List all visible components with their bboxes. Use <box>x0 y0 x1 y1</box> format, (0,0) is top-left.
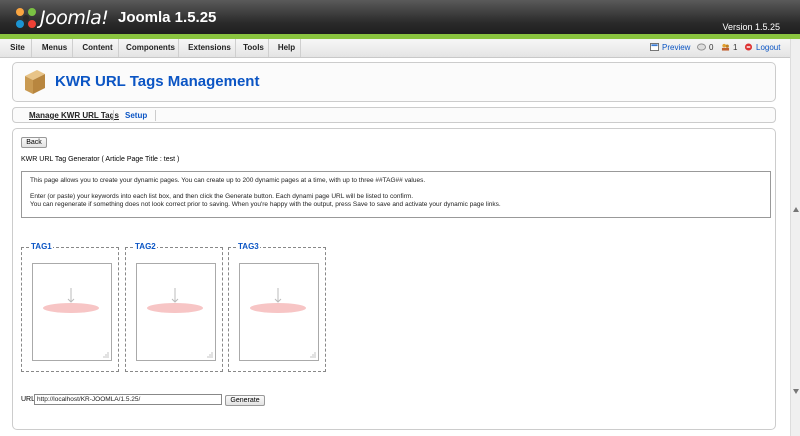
package-icon <box>25 70 45 94</box>
missing-plugin-icon <box>250 288 306 313</box>
tag3-legend: TAG3 <box>237 242 260 251</box>
menu-tools[interactable]: Tools <box>239 39 269 57</box>
tag1-fieldset: TAG1 <box>21 242 119 372</box>
missing-plugin-icon <box>147 288 203 313</box>
main-menubar: Site Menus Content Components Extensions… <box>0 39 800 58</box>
menu-menus[interactable]: Menus <box>37 39 73 57</box>
page-scrollbar[interactable] <box>790 39 800 436</box>
tag2-legend: TAG2 <box>134 242 157 251</box>
joomla-logo-icon <box>16 8 36 28</box>
url-input[interactable] <box>34 394 222 405</box>
resize-grip-icon[interactable] <box>103 352 109 358</box>
joomla-logo-text: Joomla! <box>40 7 109 29</box>
submenu-divider <box>155 110 156 121</box>
resize-grip-icon[interactable] <box>310 352 316 358</box>
menu-components[interactable]: Components <box>123 39 179 57</box>
submenu-setup[interactable]: Setup <box>125 108 147 123</box>
menu-help[interactable]: Help <box>273 39 301 57</box>
generate-button[interactable]: Generate <box>225 395 265 406</box>
logout-icon <box>744 43 753 51</box>
logout-link[interactable]: Logout <box>744 39 780 57</box>
info-box: This page allows you to create your dyna… <box>21 171 771 218</box>
main-content: Back KWR URL Tag Generator ( Article Pag… <box>12 128 776 430</box>
page-title-box: KWR URL Tags Management <box>12 62 776 102</box>
submenu-divider <box>113 110 114 121</box>
tag2-listbox[interactable] <box>136 263 216 361</box>
resize-grip-icon[interactable] <box>207 352 213 358</box>
tag3-listbox[interactable] <box>239 263 319 361</box>
messages-status[interactable]: 0 <box>697 39 713 57</box>
submenu: Manage KWR URL Tags Setup <box>12 107 776 123</box>
generator-title: KWR URL Tag Generator ( Article Page Tit… <box>21 156 180 163</box>
missing-plugin-icon <box>43 288 99 313</box>
preview-icon <box>650 43 659 51</box>
preview-link[interactable]: Preview <box>650 39 690 57</box>
tag1-listbox[interactable] <box>32 263 112 361</box>
info-paragraph: This page allows you to create your dyna… <box>30 177 426 184</box>
admin-header: Joomla! Joomla 1.5.25 Version 1.5.25 <box>0 0 800 38</box>
messages-icon <box>697 43 706 51</box>
tag2-fieldset: TAG2 <box>125 242 223 372</box>
tag1-legend: TAG1 <box>30 242 53 251</box>
back-button[interactable]: Back <box>21 137 47 148</box>
submenu-manage-tags[interactable]: Manage KWR URL Tags <box>29 108 119 123</box>
menu-extensions[interactable]: Extensions <box>184 39 236 57</box>
tag3-fieldset: TAG3 <box>228 242 326 372</box>
page-title: KWR URL Tags Management <box>55 73 260 90</box>
menu-content[interactable]: Content <box>77 39 119 57</box>
scroll-down-icon[interactable] <box>793 389 799 394</box>
site-title: Joomla 1.5.25 <box>118 9 217 26</box>
info-paragraph: Enter (or paste) your keywords into each… <box>30 193 414 200</box>
version-label: Version 1.5.25 <box>722 22 780 32</box>
users-icon <box>721 43 730 51</box>
menu-site[interactable]: Site <box>4 39 32 57</box>
info-paragraph: You can regenerate if something does not… <box>30 201 501 208</box>
scroll-up-icon[interactable] <box>793 207 799 212</box>
url-label: URL <box>21 396 36 403</box>
users-status[interactable]: 1 <box>721 39 737 57</box>
